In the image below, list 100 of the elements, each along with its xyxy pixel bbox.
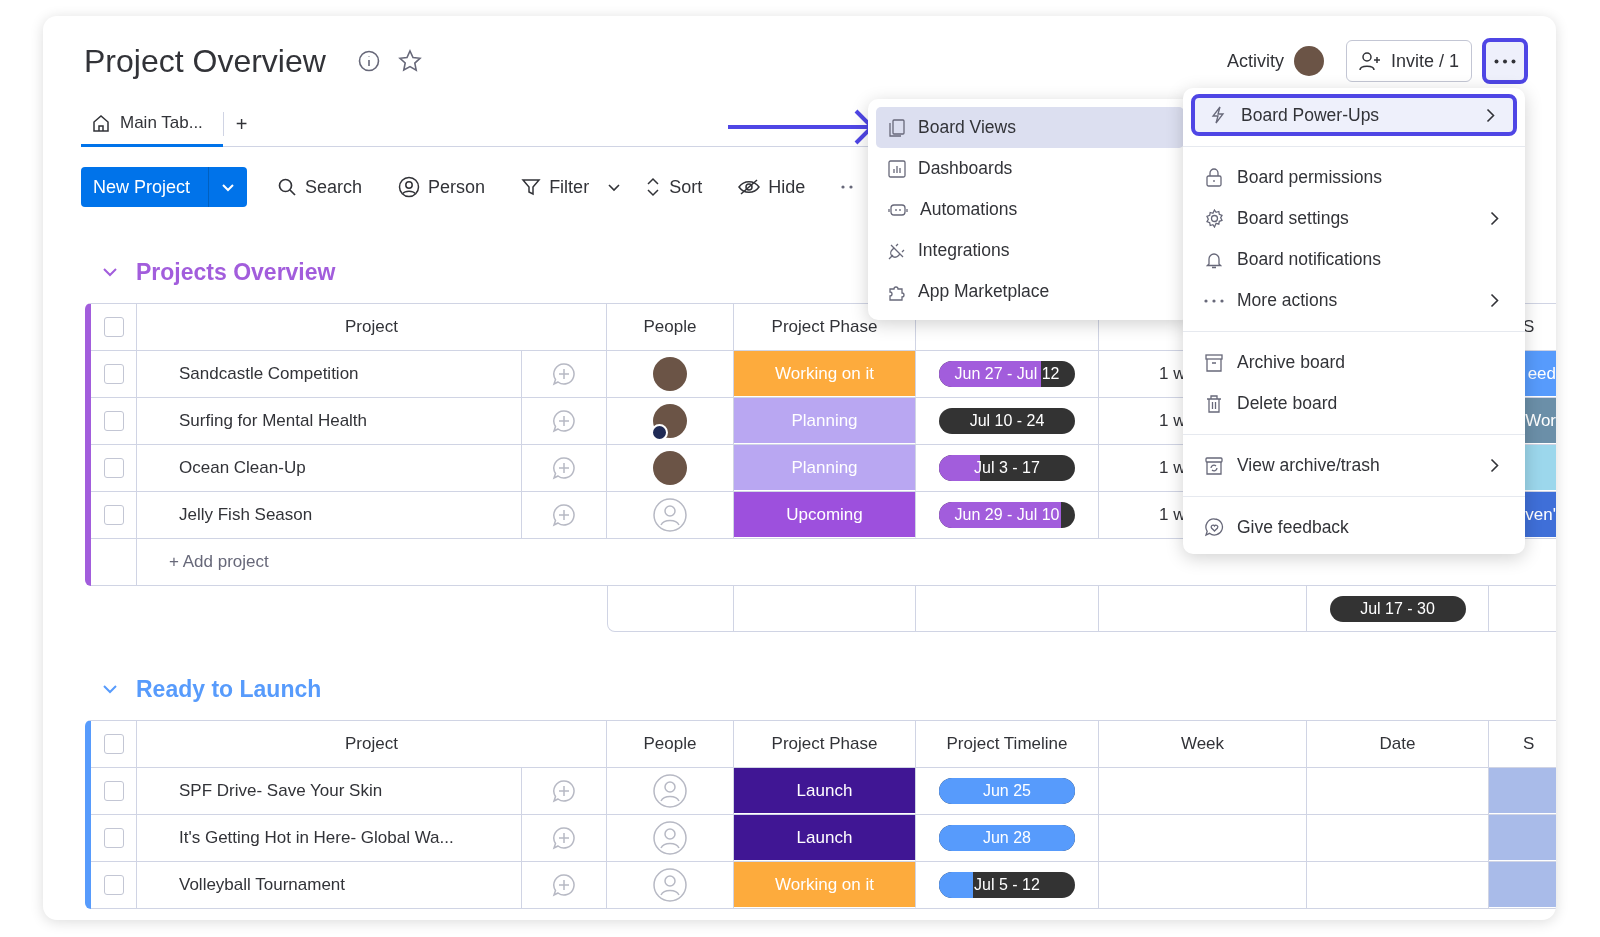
timeline-pill[interactable]: Jul 10 - 24 — [939, 408, 1075, 434]
add-comment-icon[interactable] — [552, 456, 576, 480]
sort-button[interactable]: Sort — [645, 176, 703, 198]
column-header: Date — [1379, 734, 1416, 754]
add-comment-icon[interactable] — [552, 409, 576, 433]
column-header: People — [643, 734, 697, 754]
menu-item[interactable]: Give feedback — [1191, 507, 1517, 548]
person-button[interactable]: Person — [398, 176, 486, 198]
plug-icon — [888, 241, 906, 260]
dots-icon — [1204, 298, 1224, 303]
phase-status[interactable]: Upcoming — [734, 492, 916, 538]
caret-icon[interactable] — [607, 182, 622, 192]
search-icon — [277, 177, 298, 197]
trash-icon — [1206, 394, 1222, 413]
activity-link[interactable]: Activity — [1226, 50, 1284, 72]
column-header: Project Timeline — [946, 734, 1068, 754]
menu-item[interactable]: Automations — [876, 189, 1184, 230]
archive-icon — [1205, 353, 1223, 372]
user-placeholder-icon[interactable] — [653, 821, 687, 855]
checkbox[interactable] — [103, 828, 124, 848]
column-header: Project Phase — [771, 317, 878, 337]
person-icon — [398, 176, 421, 198]
menu-item[interactable]: Board notifications — [1191, 239, 1517, 280]
user-placeholder-icon[interactable] — [653, 498, 687, 532]
status-cell[interactable] — [1489, 768, 1556, 814]
menu-item[interactable]: Dashboards — [876, 148, 1184, 189]
new-project-label[interactable]: New Project — [93, 176, 191, 198]
menu-item[interactable]: Board settings — [1191, 198, 1517, 239]
user-placeholder-icon[interactable] — [653, 868, 687, 902]
checkbox[interactable] — [103, 317, 124, 337]
robot-icon — [888, 201, 908, 218]
bell-icon — [1206, 250, 1222, 269]
project-name[interactable]: Ocean Clean-Up — [179, 458, 306, 478]
lock-icon — [1206, 168, 1222, 187]
menu-item[interactable]: Archive board — [1191, 342, 1517, 383]
column-header: S — [1523, 734, 1535, 754]
info-icon[interactable] — [357, 50, 380, 72]
menu-item[interactable]: App Marketplace — [876, 271, 1184, 312]
project-name[interactable]: Volleyball Tournament — [179, 875, 345, 895]
person-avatar[interactable] — [653, 357, 687, 391]
group-title[interactable]: Projects Overview — [136, 258, 336, 286]
menu-item[interactable]: More actions — [1191, 280, 1517, 321]
phase-status[interactable]: Launch — [734, 768, 916, 814]
dots-icon — [1494, 58, 1516, 64]
chevron-down-icon[interactable] — [102, 684, 118, 694]
timeline-pill[interactable]: Jul 5 - 12 — [939, 872, 1075, 898]
person-avatar[interactable] — [653, 451, 687, 485]
hidden-eye-icon — [738, 178, 761, 196]
timeline-pill[interactable]: Jun 29 - Jul 10 — [939, 502, 1075, 528]
invite-button[interactable]: Invite / 1 — [1345, 40, 1472, 82]
menu-item[interactable]: Board Views — [876, 107, 1184, 148]
status-cell[interactable] — [1489, 862, 1556, 908]
add-comment-icon[interactable] — [552, 873, 576, 897]
hide-button[interactable]: Hide — [738, 176, 806, 198]
add-project-link[interactable]: + Add project — [169, 552, 269, 572]
column-header: Project — [345, 317, 398, 337]
copy-icon — [888, 118, 906, 137]
heart-bubble-icon — [1204, 518, 1224, 537]
project-name[interactable]: Surfing for Mental Health — [179, 411, 368, 431]
filter-button[interactable]: Filter — [521, 176, 590, 198]
star-icon[interactable] — [397, 49, 422, 73]
menu-item[interactable]: Board permissions — [1191, 157, 1517, 198]
search-button[interactable]: Search — [277, 176, 363, 198]
menu-item[interactable]: View archive/trash — [1191, 445, 1517, 486]
board-tab[interactable]: Main Tab... — [81, 102, 223, 147]
timeline-pill[interactable]: Jun 27 - Jul 12 — [939, 361, 1075, 387]
add-tab-button[interactable]: + — [235, 112, 248, 136]
new-project-button[interactable]: New Project — [81, 167, 248, 207]
settings-icon — [1204, 209, 1224, 228]
lightning-icon — [1211, 106, 1225, 124]
status-cell[interactable] — [1489, 815, 1556, 861]
phase-status[interactable]: Launch — [734, 815, 916, 861]
checkbox[interactable] — [103, 781, 124, 801]
project-name[interactable]: Sandcastle Competition — [179, 364, 359, 384]
add-comment-icon[interactable] — [552, 362, 576, 386]
add-comment-icon[interactable] — [552, 779, 576, 803]
project-name[interactable]: Jelly Fish Season — [179, 505, 313, 525]
user-placeholder-icon[interactable] — [653, 774, 687, 808]
chevron-down-icon[interactable] — [102, 267, 118, 277]
project-name[interactable]: It's Getting Hot in Here- Global Wa... — [179, 828, 454, 848]
person-avatar — [1293, 46, 1324, 76]
add-comment-icon[interactable] — [552, 503, 576, 527]
menu-item[interactable]: Board Power-Ups — [1191, 94, 1517, 136]
menu-item[interactable]: Integrations — [876, 230, 1184, 271]
timeline-summary-pill: Jul 17 - 30 — [1329, 595, 1466, 622]
person-avatar[interactable] — [653, 404, 687, 438]
project-name[interactable]: SPF Drive- Save Your Skin — [179, 781, 383, 801]
checkbox[interactable] — [103, 875, 124, 895]
column-header: Week — [1180, 734, 1225, 754]
more-options-button[interactable] — [1482, 38, 1528, 84]
column-header: Project Phase — [771, 734, 878, 754]
checkbox[interactable] — [103, 458, 124, 478]
checkbox[interactable] — [103, 734, 124, 754]
menu-item[interactable]: Delete board — [1191, 383, 1517, 424]
restore-bin-icon — [1205, 456, 1223, 475]
checkbox[interactable] — [103, 364, 124, 384]
checkbox[interactable] — [103, 411, 124, 431]
checkbox[interactable] — [103, 505, 124, 525]
column-header: People — [643, 317, 697, 337]
add-comment-icon[interactable] — [552, 826, 576, 850]
